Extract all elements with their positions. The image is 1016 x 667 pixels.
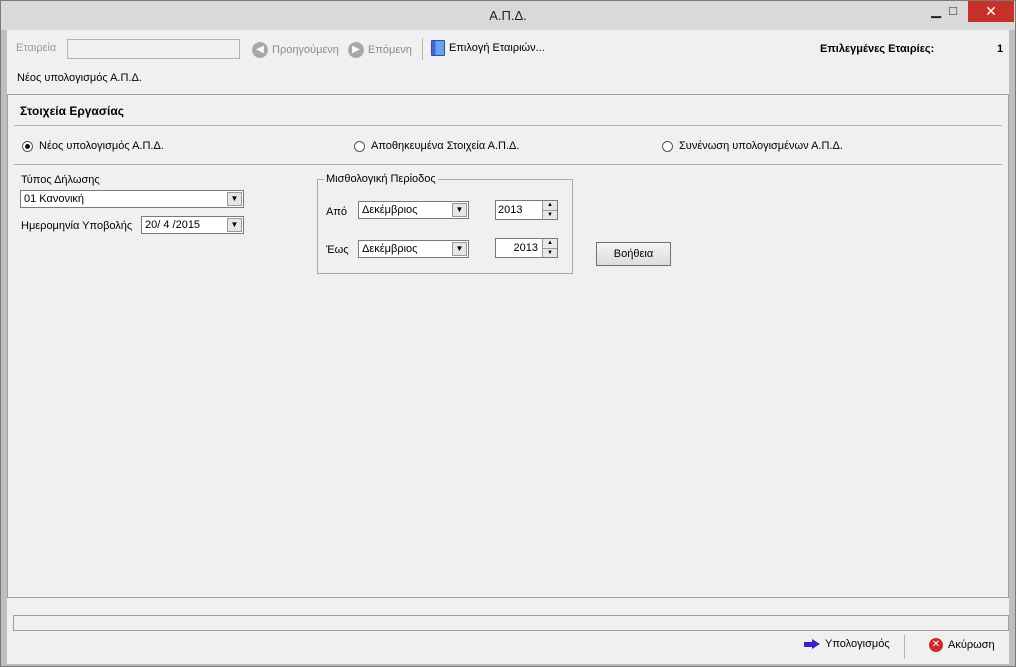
footer: Υπολογισμός ✕ Ακύρωση xyxy=(7,598,1009,664)
book-icon xyxy=(431,40,445,56)
calculate-button[interactable]: Υπολογισμός xyxy=(804,638,890,650)
toolbar-separator xyxy=(422,38,423,60)
to-year-value: 2013 xyxy=(513,242,538,254)
cancel-icon: ✕ xyxy=(929,638,943,652)
to-label: Έως xyxy=(326,244,349,256)
declaration-type-label: Τύπος Δήλωσης xyxy=(21,174,100,186)
chevron-down-icon[interactable]: ▼ xyxy=(227,218,242,232)
arrow-left-icon: ◀ xyxy=(252,42,268,58)
submission-date-picker[interactable]: 20/ 4 /2015 ▼ xyxy=(141,216,244,234)
radio-label: Αποθηκευμένα Στοιχεία Α.Π.Δ. xyxy=(371,140,520,152)
to-month-select[interactable]: Δεκέμβριος ▼ xyxy=(358,240,469,258)
footer-separator xyxy=(904,635,905,659)
radio-indicator xyxy=(662,140,673,152)
stepper-up-icon[interactable]: ▲ xyxy=(543,239,557,248)
close-button[interactable]: ✕ xyxy=(968,1,1014,22)
maximize-icon: □ xyxy=(949,3,957,18)
from-label: Από xyxy=(326,206,348,218)
section-title: Στοιχεία Εργασίας xyxy=(20,104,124,118)
work-details-panel: Στοιχεία Εργασίας Νέος υπολογισμός Α.Π.Δ… xyxy=(7,94,1009,598)
cancel-label: Ακύρωση xyxy=(948,639,995,651)
status-bar xyxy=(13,615,1009,631)
payroll-period-group: Μισθολογική Περίοδος Από Δεκέμβριος ▼ 20… xyxy=(317,173,573,274)
selected-companies-label: Επιλεγμένες Εταιρίες: xyxy=(820,43,935,55)
from-year-stepper[interactable]: 2013 ▲ ▼ xyxy=(495,200,558,220)
next-label: Επόμενη xyxy=(368,44,412,56)
select-companies-label: Επιλογή Εταιριών... xyxy=(449,42,545,54)
select-companies-button[interactable]: Επιλογή Εταιριών... xyxy=(431,40,545,56)
stepper-buttons[interactable]: ▲ ▼ xyxy=(542,239,557,257)
chevron-down-icon[interactable]: ▼ xyxy=(452,203,467,217)
to-year-stepper[interactable]: 2013 ▲ ▼ xyxy=(495,238,558,258)
page-subtitle: Νέος υπολογισμός Α.Π.Δ. xyxy=(17,72,142,84)
cancel-button[interactable]: ✕ Ακύρωση xyxy=(929,638,995,652)
next-button[interactable]: ▶ Επόμενη xyxy=(348,41,412,59)
declaration-type-value: 01 Κανονική xyxy=(24,193,85,205)
from-month-select[interactable]: Δεκέμβριος ▼ xyxy=(358,201,469,219)
chevron-down-icon[interactable]: ▼ xyxy=(227,192,242,206)
stepper-down-icon[interactable]: ▼ xyxy=(543,248,557,257)
previous-label: Προηγούμενη xyxy=(272,44,339,56)
declaration-type-select[interactable]: 01 Κανονική ▼ xyxy=(20,190,244,208)
from-month-value: Δεκέμβριος xyxy=(362,204,418,216)
radio-indicator xyxy=(22,140,33,152)
stepper-buttons[interactable]: ▲ ▼ xyxy=(542,201,557,219)
previous-button[interactable]: ◀ Προηγούμενη xyxy=(252,41,339,59)
selected-companies-count: 1 xyxy=(997,43,1004,55)
radio-label: Νέος υπολογισμός Α.Π.Δ. xyxy=(39,140,164,152)
from-year-value: 2013 xyxy=(498,204,523,216)
radio-indicator xyxy=(354,140,365,152)
window-title: Α.Π.Δ. xyxy=(489,8,527,23)
payroll-period-title: Μισθολογική Περίοδος xyxy=(324,173,438,185)
section-divider xyxy=(14,125,1002,126)
toolbar: Εταιρεία ◀ Προηγούμενη ▶ Επόμενη Επιλογή… xyxy=(7,30,1009,94)
help-button[interactable]: Βοήθεια xyxy=(596,242,671,266)
title-bar: Α.Π.Δ. ▁ □ ✕ xyxy=(1,1,1015,30)
arrow-right-icon xyxy=(804,639,820,649)
maximize-button[interactable]: □ xyxy=(939,1,967,22)
to-month-value: Δεκέμβριος xyxy=(362,243,418,255)
close-icon: ✕ xyxy=(985,3,997,19)
company-label: Εταιρεία xyxy=(16,42,57,54)
stepper-up-icon[interactable]: ▲ xyxy=(543,201,557,210)
submission-date-value: 20/ 4 /2015 xyxy=(145,219,201,231)
radio-merge-calculations[interactable]: Συνένωση υπολογισμένων Α.Π.Δ. xyxy=(662,140,843,152)
radio-saved-data[interactable]: Αποθηκευμένα Στοιχεία Α.Π.Δ. xyxy=(354,140,519,152)
apd-window: Α.Π.Δ. ▁ □ ✕ Εταιρεία ◀ Προηγούμενη ▶ Επ… xyxy=(0,0,1016,667)
radio-new-calculation[interactable]: Νέος υπολογισμός Α.Π.Δ. xyxy=(22,140,164,152)
radio-label: Συνένωση υπολογισμένων Α.Π.Δ. xyxy=(679,140,843,152)
stepper-down-icon[interactable]: ▼ xyxy=(543,210,557,219)
submission-date-label: Ημερομηνία Υποβολής xyxy=(21,220,133,232)
radio-divider xyxy=(14,164,1002,165)
chevron-down-icon[interactable]: ▼ xyxy=(452,242,467,256)
calculate-label: Υπολογισμός xyxy=(825,638,890,650)
company-input[interactable] xyxy=(67,39,240,59)
arrow-right-icon: ▶ xyxy=(348,42,364,58)
